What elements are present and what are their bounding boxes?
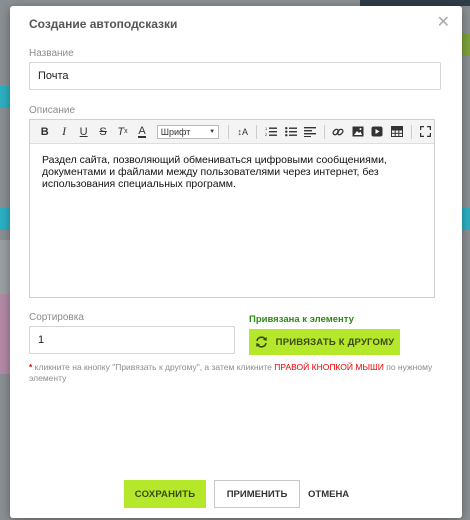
font-size-icon[interactable]: ↕A	[234, 123, 251, 141]
underline-icon[interactable]: U	[75, 123, 92, 141]
refresh-icon	[255, 336, 267, 348]
hint-highlight: ПРАВОЙ КНОПКОЙ МЫШИ	[274, 362, 384, 372]
dialog-title: Создание автоподсказки	[29, 17, 178, 31]
numbered-list-icon[interactable]: 12	[262, 123, 279, 141]
binding-status: Привязана к элементу	[249, 314, 354, 325]
italic-icon[interactable]: I	[55, 123, 72, 141]
clear-format-icon[interactable]: Tx	[114, 123, 131, 141]
name-label: Название	[29, 48, 74, 59]
image-icon[interactable]	[349, 123, 366, 141]
sort-label: Сортировка	[29, 312, 84, 323]
font-select-value: Шрифт	[160, 126, 191, 137]
save-button[interactable]: СОХРАНИТЬ	[124, 480, 206, 508]
name-input[interactable]: Почта	[29, 62, 441, 90]
link-icon[interactable]	[330, 123, 347, 141]
cancel-button[interactable]: ОТМЕНА	[308, 489, 349, 500]
bg-green-right	[462, 34, 470, 56]
bg-pink-block	[0, 294, 10, 374]
fullscreen-icon[interactable]	[417, 123, 434, 141]
rebind-button-label: ПРИВЯЗАТЬ К ДРУГОМУ	[275, 336, 395, 348]
bg-strip-left	[0, 86, 10, 108]
hint-note: * кликните на кнопку "Привязать к другом…	[29, 362, 444, 384]
strikethrough-icon[interactable]: S	[94, 123, 111, 141]
hint-text-1: кликните на кнопку "Привязать к другому"…	[32, 362, 275, 372]
description-label: Описание	[29, 105, 76, 116]
bg-strip-left-2	[0, 208, 10, 230]
chevron-down-icon: ▼	[209, 128, 216, 135]
table-icon[interactable]	[388, 123, 405, 141]
editor-content[interactable]: Раздел сайта, позволяющий обмениваться ц…	[30, 144, 434, 200]
bold-icon[interactable]: B	[36, 123, 53, 141]
bullet-list-icon[interactable]	[282, 123, 299, 141]
bg-strip-right	[462, 208, 470, 230]
toolbar-divider	[410, 124, 412, 139]
apply-button[interactable]: ПРИМЕНИТЬ	[214, 480, 300, 508]
rebind-button[interactable]: ПРИВЯЗАТЬ К ДРУГОМУ	[249, 329, 400, 355]
bg-light-block	[0, 240, 10, 294]
editor-toolbar: B I U S Tx A Шрифт ▼ ↕A 12	[30, 120, 434, 144]
toolbar-divider	[228, 124, 229, 139]
toolbar-divider	[323, 124, 325, 139]
close-icon[interactable]: ✕	[437, 15, 450, 31]
toolbar-divider	[256, 124, 258, 139]
sort-input[interactable]: 1	[29, 326, 235, 354]
align-left-icon[interactable]	[301, 123, 318, 141]
svg-text:2: 2	[265, 132, 268, 137]
description-editor: B I U S Tx A Шрифт ▼ ↕A 12 Раздел сайта,…	[29, 119, 435, 298]
svg-text:1: 1	[265, 126, 268, 131]
text-color-icon[interactable]: A	[133, 123, 150, 141]
font-select[interactable]: Шрифт ▼	[156, 124, 220, 139]
create-hint-dialog: Создание автоподсказки ✕ Название Почта …	[10, 6, 462, 518]
video-icon[interactable]	[369, 123, 386, 141]
